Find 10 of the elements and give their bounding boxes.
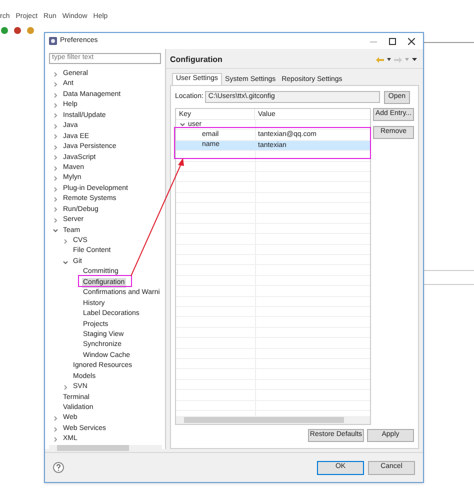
- page-title: Configuration: [170, 54, 222, 66]
- menu-icon[interactable]: [412, 58, 417, 61]
- highlight-box: [78, 275, 132, 287]
- back-arrow-icon[interactable]: [376, 56, 384, 62]
- maximize-icon[interactable]: [389, 38, 396, 44]
- dropdown-icon[interactable]: [387, 58, 391, 61]
- horizontal-scrollbar[interactable]: [176, 416, 370, 424]
- horizontal-scrollbar[interactable]: [49, 444, 162, 451]
- close-icon[interactable]: [408, 38, 415, 44]
- help-icon[interactable]: [53, 462, 64, 473]
